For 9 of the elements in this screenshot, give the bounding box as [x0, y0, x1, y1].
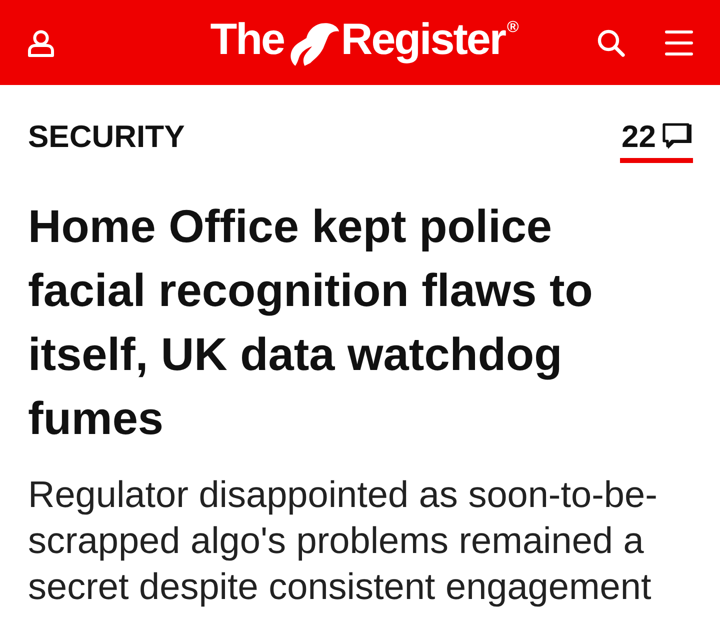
comments-link[interactable]: 22 [620, 119, 693, 163]
menu-icon[interactable] [665, 30, 693, 56]
search-icon[interactable] [597, 28, 625, 56]
headline: Home Office kept police facial recognition flaws to itself, UK data watchdog fumes [28, 199, 594, 446]
site-logo[interactable]: The Register® [210, 18, 519, 68]
standfirst: Regulator disappointed as soon-to-be-scrapped algo's problems remained a secret despite consistent engagement [28, 473, 658, 609]
comment-icon [662, 123, 693, 151]
user-icon[interactable] [28, 30, 54, 57]
section-link[interactable]: SECURITY [28, 119, 185, 155]
